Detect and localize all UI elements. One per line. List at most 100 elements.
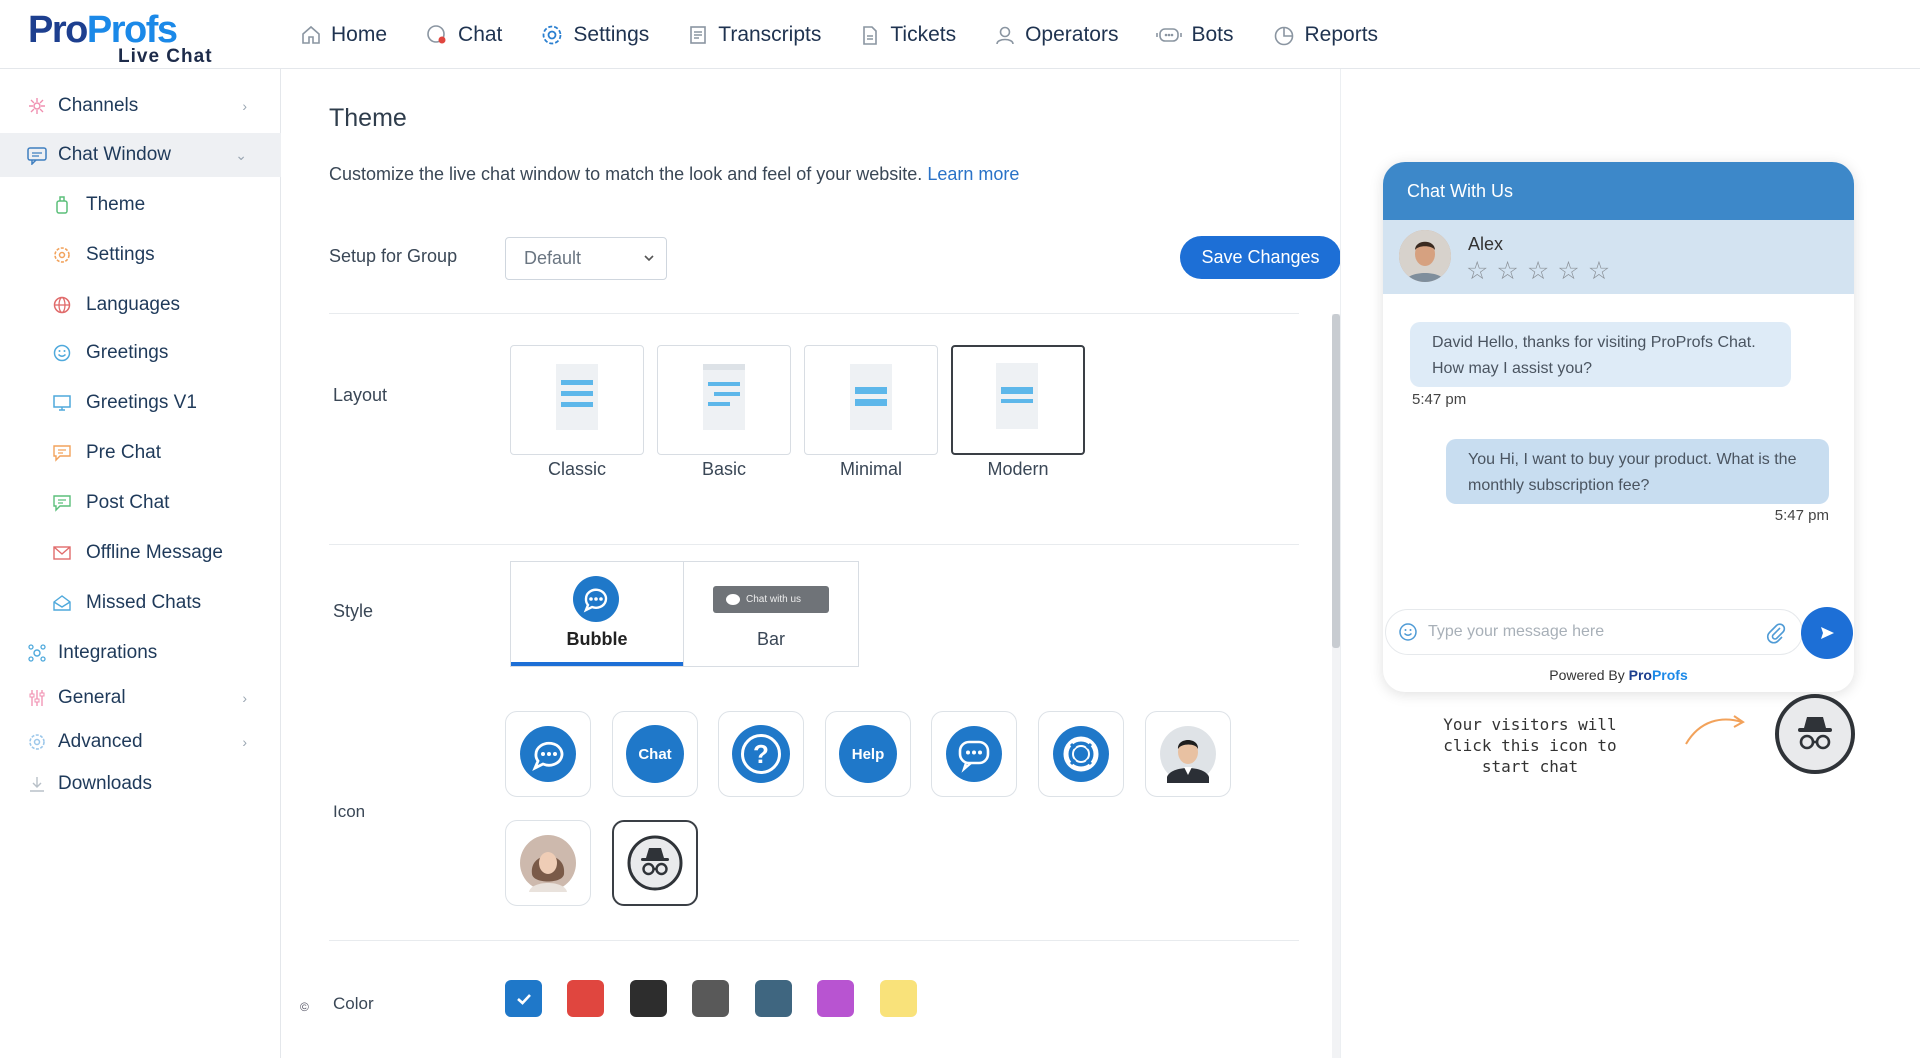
sidebar-item-advanced[interactable]: Advanced ›	[0, 720, 281, 764]
sidebar-item-greetings-v1[interactable]: Greetings V1	[0, 381, 281, 425]
layout-basic-card[interactable]	[657, 345, 791, 455]
channels-icon	[26, 95, 48, 117]
sidebar-item-channels[interactable]: Channels ›	[0, 84, 281, 128]
incognito-icon	[627, 835, 683, 891]
nav-tickets[interactable]: Tickets	[859, 18, 956, 52]
layout-modern-card[interactable]	[951, 345, 1085, 455]
style-bubble-tab[interactable]: Bubble	[511, 562, 683, 666]
reports-icon	[1274, 26, 1293, 46]
post-chat-icon	[51, 492, 73, 514]
style-label: Style	[333, 601, 374, 621]
sidebar-item-pre-chat[interactable]: Pre Chat	[0, 431, 281, 475]
rating-stars: ☆ ☆ ☆ ☆ ☆	[1466, 258, 1618, 284]
chat-dots-icon	[946, 726, 1002, 782]
settings-icon	[542, 25, 562, 45]
sidebar-item-general[interactable]: General ›	[0, 676, 281, 720]
nav-operators[interactable]: Operators	[994, 18, 1118, 52]
integrations-icon	[26, 642, 48, 664]
sidebar-item-missed-chats[interactable]: Missed Chats	[0, 581, 281, 625]
star-icon[interactable]: ☆	[1466, 258, 1488, 284]
icon-option-chat-bubble[interactable]	[505, 711, 591, 797]
downloads-icon	[26, 773, 48, 795]
icon-option-question[interactable]: ?	[718, 711, 804, 797]
star-icon[interactable]: ☆	[1588, 258, 1610, 284]
sidebar-item-greetings[interactable]: Greetings	[0, 331, 281, 375]
divider	[329, 940, 1299, 941]
chevron-right-icon: ›	[242, 690, 247, 706]
icon-option-chat-text[interactable]: Chat	[612, 711, 698, 797]
chat-launcher-button[interactable]	[1775, 694, 1855, 774]
learn-more-link[interactable]: Learn more	[927, 164, 1019, 184]
scrollbar-thumb[interactable]	[1332, 314, 1340, 648]
active-tab-underline	[511, 662, 683, 666]
icon-option-lifebuoy[interactable]	[1038, 711, 1124, 797]
star-icon[interactable]: ☆	[1557, 258, 1579, 284]
proprofs-logo[interactable]: ProProfs Live Chat	[28, 8, 218, 67]
star-icon[interactable]: ☆	[1496, 258, 1518, 284]
send-button[interactable]	[1801, 607, 1853, 659]
icon-option-female-photo[interactable]	[505, 820, 591, 906]
proprofs-logo[interactable]: ProProfs	[1629, 667, 1688, 683]
save-changes-button[interactable]: Save Changes	[1180, 236, 1341, 279]
divider	[329, 313, 1299, 314]
sidebar-item-settings[interactable]: Settings	[0, 233, 281, 277]
icon-option-incognito[interactable]	[612, 820, 698, 906]
color-swatch-blue[interactable]	[505, 980, 542, 1017]
sidebar-item-offline-message[interactable]: Offline Message	[0, 531, 281, 575]
layout-label: Layout	[333, 385, 388, 405]
color-swatch-red[interactable]	[567, 980, 604, 1017]
icon-option-chat-dots[interactable]	[931, 711, 1017, 797]
sidebar-item-languages[interactable]: Languages	[0, 283, 281, 327]
color-swatch-purple[interactable]	[817, 980, 854, 1017]
color-swatch-gray[interactable]	[692, 980, 729, 1017]
color-swatch-black[interactable]	[630, 980, 667, 1017]
missed-chats-icon	[51, 592, 73, 614]
incoming-message: David Hello, thanks for visiting ProProf…	[1410, 322, 1791, 387]
color-label: Color	[333, 994, 374, 1013]
star-icon[interactable]: ☆	[1527, 258, 1549, 284]
nav-reports[interactable]: Reports	[1272, 18, 1378, 52]
bar-style-preview: Chat with us	[713, 586, 829, 613]
nav-transcripts[interactable]: Transcripts	[687, 18, 821, 52]
transcripts-icon	[690, 26, 707, 44]
color-swatch-yellow[interactable]	[880, 980, 917, 1017]
style-bar-tab[interactable]: Chat with us Bar	[684, 562, 858, 666]
emoji-icon[interactable]	[1398, 622, 1418, 642]
arrow-icon	[1685, 715, 1745, 745]
sidebar-item-theme[interactable]: Theme	[0, 183, 281, 227]
general-icon	[26, 687, 48, 709]
sidebar-item-downloads[interactable]: Downloads	[0, 762, 281, 806]
sidebar-item-chat-window[interactable]: Chat Window ⌄	[0, 133, 281, 177]
layout-minimal-card[interactable]	[804, 345, 938, 455]
offline-message-icon	[51, 542, 73, 564]
chat-icon	[726, 593, 740, 605]
attachment-icon[interactable]	[1766, 622, 1786, 644]
group-label: Setup for Group	[329, 246, 458, 266]
avatar	[1399, 230, 1451, 282]
home-icon	[302, 25, 320, 44]
layout-basic-preview	[703, 364, 745, 430]
nav-settings[interactable]: Settings	[540, 18, 649, 52]
page-description: Customize the live chat window to match …	[329, 164, 1020, 184]
style-selector: Bubble Chat with us Bar	[510, 561, 859, 667]
languages-icon	[51, 294, 73, 316]
top-bar: ProProfs Live Chat Home Chat Settings Tr…	[0, 0, 1920, 69]
color-swatch-slate[interactable]	[755, 980, 792, 1017]
layout-classic-card[interactable]	[510, 345, 644, 455]
chat-message-input[interactable]: Type your message here	[1385, 609, 1803, 655]
incognito-icon	[1798, 717, 1832, 750]
question-icon: ?	[732, 725, 790, 783]
layout-classic-label: Classic	[547, 459, 606, 479]
group-select[interactable]: Default	[505, 237, 667, 280]
check-icon	[516, 993, 531, 1005]
page-title: Theme	[329, 104, 407, 132]
icon-option-help[interactable]: Help	[825, 711, 911, 797]
nav-bots[interactable]: Bots	[1156, 18, 1234, 52]
sidebar-item-post-chat[interactable]: Post Chat	[0, 481, 281, 525]
chat-agent-bar: Alex ☆ ☆ ☆ ☆ ☆	[1383, 220, 1854, 294]
help-text-icon: Help	[839, 725, 897, 783]
icon-option-male-photo[interactable]	[1145, 711, 1231, 797]
nav-chat[interactable]: Chat	[425, 18, 502, 52]
nav-home[interactable]: Home	[300, 18, 387, 52]
sidebar-item-integrations[interactable]: Integrations	[0, 631, 281, 675]
